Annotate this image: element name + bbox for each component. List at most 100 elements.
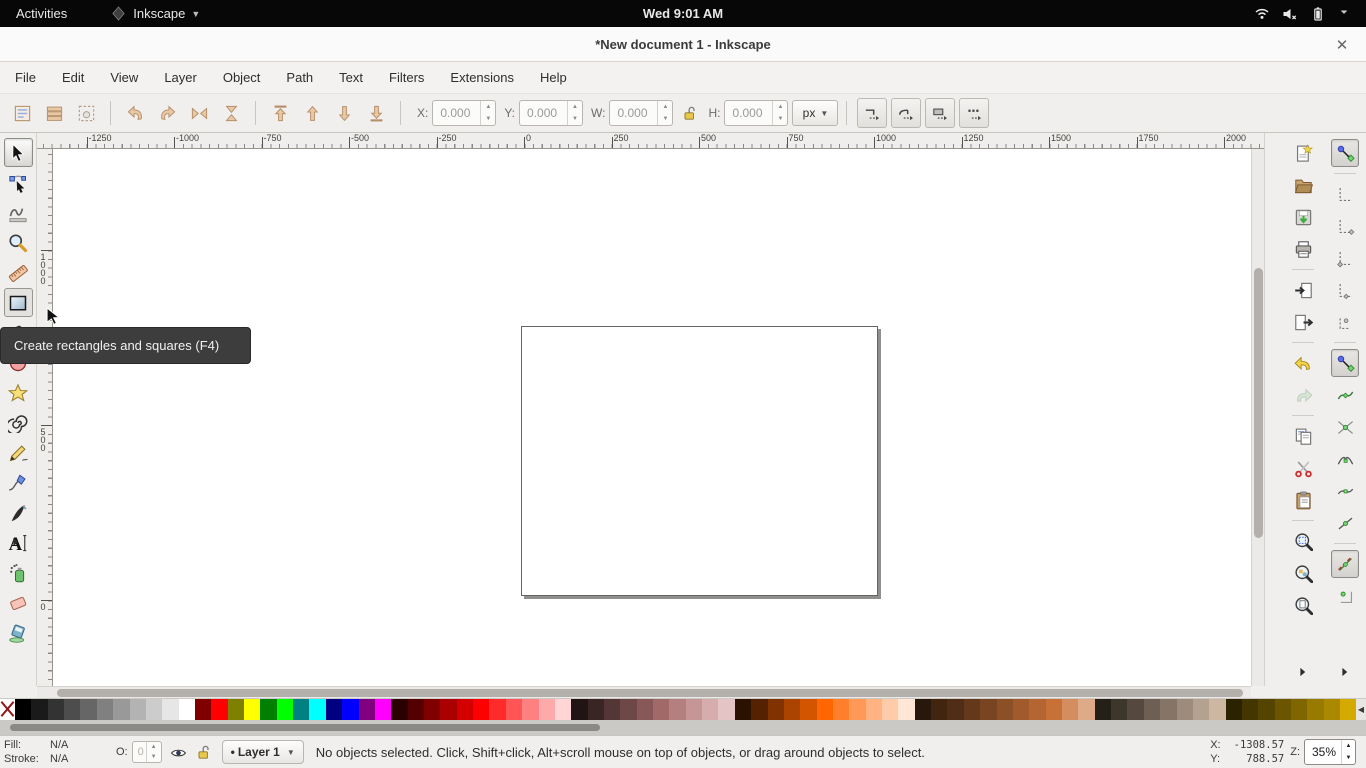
snap-bbox-edge-midpoints-toggle[interactable] — [1331, 276, 1359, 304]
paste-button[interactable] — [1289, 486, 1317, 514]
battery-icon[interactable] — [1310, 6, 1326, 22]
color-swatch[interactable] — [326, 699, 342, 720]
color-swatch[interactable] — [31, 699, 47, 720]
eraser-tool[interactable] — [4, 588, 33, 617]
color-swatch[interactable] — [424, 699, 440, 720]
zoom-page-button[interactable] — [1289, 591, 1317, 619]
spinner-arrows[interactable]: ▲▼ — [657, 101, 672, 125]
layer-selector-dropdown[interactable]: • Layer 1 ▼ — [222, 740, 304, 764]
spray-tool[interactable] — [4, 558, 33, 587]
color-swatch[interactable] — [718, 699, 734, 720]
redo-button[interactable] — [1289, 381, 1317, 409]
color-swatch[interactable] — [915, 699, 931, 720]
pencil-tool[interactable] — [4, 438, 33, 467]
color-swatch[interactable] — [1193, 699, 1209, 720]
snap-others-toggle[interactable] — [1331, 550, 1359, 578]
color-swatch[interactable] — [64, 699, 80, 720]
color-swatch-none[interactable] — [0, 699, 15, 720]
wifi-icon[interactable] — [1254, 6, 1270, 22]
move-gradients-toggle[interactable] — [925, 98, 955, 128]
color-swatch[interactable] — [1078, 699, 1094, 720]
snap-bbox-centers-toggle[interactable] — [1331, 308, 1359, 336]
color-swatch[interactable] — [489, 699, 505, 720]
open-document-button[interactable] — [1289, 171, 1317, 199]
snap-nodes-paths-toggle[interactable] — [1331, 349, 1359, 377]
zoom-tool[interactable] — [4, 228, 33, 257]
raise-button[interactable] — [297, 98, 327, 128]
color-swatch[interactable] — [1340, 699, 1356, 720]
menu-text[interactable]: Text — [326, 62, 376, 93]
app-menu-button[interactable]: Inkscape ▼ — [111, 6, 200, 22]
color-swatch[interactable] — [1144, 699, 1160, 720]
color-swatch[interactable] — [735, 699, 751, 720]
move-patterns-toggle[interactable] — [959, 98, 989, 128]
tweak-tool[interactable] — [4, 198, 33, 227]
color-swatch[interactable] — [309, 699, 325, 720]
color-swatch[interactable] — [522, 699, 538, 720]
calligraphy-tool[interactable] — [4, 498, 33, 527]
color-swatch[interactable] — [260, 699, 276, 720]
menu-filters[interactable]: Filters — [376, 62, 437, 93]
color-swatch[interactable] — [179, 699, 195, 720]
lower-button[interactable] — [329, 98, 359, 128]
horizontal-scrollbar[interactable] — [37, 686, 1251, 698]
close-window-button[interactable]: ✕ — [1328, 27, 1356, 62]
snap-object-centers-toggle[interactable] — [1331, 582, 1359, 610]
color-swatch[interactable] — [440, 699, 456, 720]
opacity-spinbox[interactable]: 0 ▲▼ — [132, 741, 162, 763]
bucket-tool[interactable] — [4, 618, 33, 647]
color-swatch[interactable] — [588, 699, 604, 720]
zoom-drawing-button[interactable] — [1289, 559, 1317, 587]
activities-button[interactable]: Activities — [0, 0, 83, 27]
rotate-ccw-button[interactable] — [120, 98, 150, 128]
x-spinbox[interactable]: 0.000▲▼ — [432, 100, 496, 126]
lower-to-bottom-button[interactable] — [361, 98, 391, 128]
menu-path[interactable]: Path — [273, 62, 326, 93]
color-swatch[interactable] — [48, 699, 64, 720]
color-swatch[interactable] — [408, 699, 424, 720]
color-swatch[interactable] — [1307, 699, 1323, 720]
color-swatch[interactable] — [1111, 699, 1127, 720]
fill-stroke-indicator[interactable]: Fill: N/A Stroke: N/A — [0, 738, 90, 766]
undo-button[interactable] — [1289, 349, 1317, 377]
save-document-button[interactable] — [1289, 203, 1317, 231]
color-swatch[interactable] — [784, 699, 800, 720]
y-spinbox[interactable]: 0.000▲▼ — [519, 100, 583, 126]
color-swatch[interactable] — [1242, 699, 1258, 720]
color-swatch[interactable] — [1177, 699, 1193, 720]
color-swatch[interactable] — [1226, 699, 1242, 720]
color-swatch[interactable] — [113, 699, 129, 720]
menu-help[interactable]: Help — [527, 62, 580, 93]
color-swatch[interactable] — [669, 699, 685, 720]
color-swatch[interactable] — [80, 699, 96, 720]
color-swatch[interactable] — [947, 699, 963, 720]
snap-cusp-nodes-toggle[interactable] — [1331, 445, 1359, 473]
layer-unlock-icon[interactable] — [195, 744, 212, 761]
clock[interactable]: Wed 9:01 AM — [0, 6, 1366, 21]
volume-muted-icon[interactable] — [1282, 6, 1298, 22]
snap-bar-expander-button[interactable] — [1329, 666, 1361, 678]
color-swatch[interactable] — [620, 699, 636, 720]
color-swatch[interactable] — [473, 699, 489, 720]
color-swatch[interactable] — [342, 699, 358, 720]
color-swatch[interactable] — [1029, 699, 1045, 720]
color-swatch[interactable] — [195, 699, 211, 720]
star-tool[interactable] — [4, 378, 33, 407]
color-swatch[interactable] — [1062, 699, 1078, 720]
w-spinbox[interactable]: 0.000▲▼ — [609, 100, 673, 126]
spinner-arrows[interactable]: ▲▼ — [772, 101, 787, 125]
color-swatch[interactable] — [506, 699, 522, 720]
vertical-ruler[interactable]: 10005000 — [37, 149, 53, 686]
color-swatch[interactable] — [997, 699, 1013, 720]
export-image-button[interactable] — [1289, 308, 1317, 336]
color-swatch[interactable] — [359, 699, 375, 720]
color-swatch[interactable] — [1324, 699, 1340, 720]
color-swatch[interactable] — [849, 699, 865, 720]
menu-object[interactable]: Object — [210, 62, 274, 93]
color-swatch[interactable] — [1258, 699, 1274, 720]
spinner-arrows[interactable]: ▲▼ — [567, 101, 582, 125]
color-swatch[interactable] — [1275, 699, 1291, 720]
palette-scrollbar-thumb[interactable] — [10, 724, 600, 731]
snap-bbox-edges-toggle[interactable] — [1331, 212, 1359, 240]
color-swatch[interactable] — [457, 699, 473, 720]
